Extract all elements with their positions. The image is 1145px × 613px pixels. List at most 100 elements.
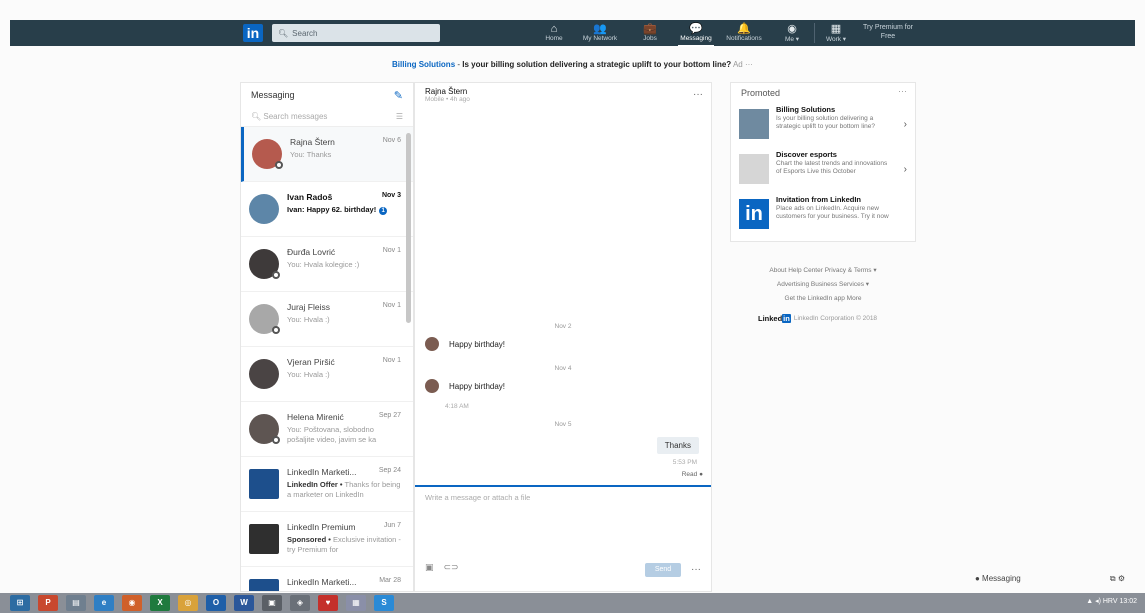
date-divider: Nov 5 — [554, 421, 572, 428]
skype-icon[interactable]: S — [374, 595, 394, 611]
conversation-item[interactable]: Vjeran Piršić Nov 1 You: Hvala :) — [241, 347, 413, 402]
conversation-snippet: You: Poštovana, slobodno pošaljite video… — [287, 425, 377, 444]
presence-icon — [272, 326, 280, 334]
app-icon[interactable]: ▦ — [346, 595, 366, 611]
search-icon: 🔍︎ — [278, 28, 289, 38]
conversation-date: Jun 7 — [383, 522, 401, 529]
windows-taskbar: ⊞ P ▤ e ◉ X ◎ O W ▣ ◈ ♥ ▦ S ▲ ◂) HRV 13:… — [0, 593, 1145, 613]
footer-links: About Help Center Privacy & Terms ▾ Adve… — [735, 264, 911, 306]
promo-image — [739, 154, 769, 184]
top-navigation-bar: in 🔍︎ Search ⌂ Home 👥 My Network 💼 Jobs 💬 Me… — [10, 20, 1135, 47]
media-icon[interactable]: ▣ — [262, 595, 282, 611]
conversation-item[interactable]: Juraj Fleiss Nov 1 You: Hvala :) — [241, 292, 413, 347]
conversation-snippet: LinkedIn Offer • Thanks for being a mark… — [287, 480, 401, 499]
conversation-date: Sep 27 — [378, 412, 401, 419]
conversation-item[interactable]: Đurđa Lovrić Nov 1 You: Hvala kolegice :… — [241, 237, 413, 292]
nav-work[interactable]: ▦ Work ▾ — [806, 23, 866, 43]
messages-search-input[interactable]: 🔍︎ Search messages ☰ — [241, 107, 413, 127]
avatar — [252, 139, 283, 169]
file-explorer-icon[interactable]: ▤ — [66, 595, 86, 611]
more-options-icon[interactable]: ··· — [691, 564, 701, 575]
avatar — [249, 304, 280, 334]
conversation-snippet: You: Hvala :) — [287, 315, 330, 324]
word-icon[interactable]: W — [234, 595, 254, 611]
message-time: 4:18 AM — [445, 403, 469, 410]
chevron-right-icon: › — [903, 119, 907, 130]
my-message-bubble: Thanks — [656, 437, 699, 454]
conversation-snippet: You: Hvala :) — [287, 370, 330, 379]
compose-icon[interactable]: ✎ — [394, 89, 403, 102]
presence-icon — [275, 161, 283, 169]
attachment-icon[interactable]: ⊂⊃ — [444, 562, 459, 573]
compose-settings-icons[interactable]: ⧉ ⚙ — [1110, 574, 1125, 584]
message-compose-area[interactable]: Write a message or attach a file ▣ ⊂⊃ Se… — [415, 485, 711, 593]
image-icon[interactable]: ▣ — [425, 562, 434, 573]
chrome-icon[interactable]: ◎ — [178, 595, 198, 611]
presence-icon — [272, 271, 280, 279]
conversation-item[interactable]: LinkedIn Marketi... Mar 28 — [241, 567, 413, 591]
app-icon[interactable]: ◈ — [290, 595, 310, 611]
firefox-icon[interactable]: ◉ — [122, 595, 142, 611]
security-icon[interactable]: ♥ — [318, 595, 338, 611]
internet-explorer-icon[interactable]: e — [94, 595, 114, 611]
messaging-list-panel: Messaging ✎ 🔍︎ Search messages ☰ Rajna Š… — [240, 82, 414, 592]
messaging-minibar[interactable]: ● Messaging ⧉ ⚙ — [975, 574, 1125, 584]
search-icon: 🔍︎ — [251, 112, 264, 121]
conversation-snippet: Sponsored • Exclusive invitation - try P… — [287, 535, 401, 554]
linkedin-marketing-logo — [249, 469, 279, 499]
more-options-icon[interactable]: ··· — [898, 86, 907, 96]
promoted-header: Promoted ··· — [741, 86, 907, 98]
conversation-date: Nov 1 — [382, 357, 401, 364]
filter-icon[interactable]: ☰ — [396, 112, 403, 121]
system-tray[interactable]: ▲ ◂) HRV 13:02 — [1086, 597, 1137, 605]
conversation-item[interactable]: LinkedIn Premium Jun 7 Sponsored • Exclu… — [241, 512, 413, 567]
conversation-item[interactable]: Helena Mirenić Sep 27 You: Poštovana, sl… — [241, 402, 413, 457]
conversation-date: Mar 28 — [379, 577, 401, 584]
unread-indicator-icon: 1 — [379, 207, 388, 215]
messaging-title: Messaging — [251, 90, 295, 100]
compose-tools: ▣ ⊂⊃ — [425, 562, 459, 573]
linkedin-marketing-logo — [249, 579, 279, 591]
linkedin-logo[interactable]: in — [243, 24, 263, 42]
outlook-icon[interactable]: O — [206, 595, 226, 611]
conversation-item[interactable]: Ivan Radoš Nov 3 Ivan: Happy 62. birthda… — [241, 182, 413, 237]
try-premium-link[interactable]: Try Premium for Free — [858, 23, 918, 41]
ad-banner[interactable]: Billing Solutions - Is your billing solu… — [0, 60, 1145, 69]
search-placeholder: Search — [292, 28, 318, 38]
promo-image — [739, 109, 769, 139]
footer-line[interactable]: About Help Center Privacy & Terms ▾ — [735, 264, 911, 278]
avatar — [249, 194, 279, 224]
send-button[interactable]: Send — [645, 563, 681, 577]
chevron-right-icon: › — [903, 164, 907, 175]
promoted-item[interactable]: Billing Solutions Is your billing soluti… — [731, 103, 915, 148]
more-options-icon[interactable]: ··· — [693, 89, 703, 100]
conversation-date: Nov 6 — [382, 137, 401, 144]
footer-line[interactable]: Advertising Business Services ▾ — [735, 278, 911, 292]
avatar — [425, 379, 439, 393]
conversation-date: Nov 1 — [382, 302, 401, 309]
message-time: 5:53 PM — [672, 459, 697, 466]
promoted-item[interactable]: in Invitation from LinkedIn Place ads on… — [731, 193, 915, 238]
powerpoint-icon[interactable]: P — [38, 595, 58, 611]
ad-tag[interactable]: Ad ··· — [733, 60, 753, 69]
conversation-list-scrollbar[interactable] — [406, 133, 411, 323]
promoted-item[interactable]: Discover esports Chart the latest trends… — [731, 148, 915, 193]
search-input[interactable]: 🔍︎ Search — [272, 24, 440, 42]
date-divider: Nov 2 — [554, 323, 572, 330]
conversation-date: Sep 24 — [378, 467, 401, 474]
conversation-item[interactable]: LinkedIn Marketi... Sep 24 LinkedIn Offe… — [241, 457, 413, 512]
conversation-item[interactable]: Rajna Štern Nov 6 You: Thanks — [241, 127, 413, 182]
messaging-header: Messaging ✎ — [241, 83, 413, 107]
start-icon[interactable]: ⊞ — [10, 595, 30, 611]
ad-brand[interactable]: Billing Solutions — [392, 60, 455, 69]
compose-placeholder[interactable]: Write a message or attach a file — [415, 487, 711, 508]
chat-contact-name[interactable]: Rajna Štern — [425, 87, 701, 96]
chat-panel: Rajna Štern Mobile • 4h ago ··· Nov 2 Ha… — [414, 82, 712, 592]
avatar — [249, 249, 280, 279]
excel-icon[interactable]: X — [150, 595, 170, 611]
ad-message[interactable]: Is your billing solution delivering a st… — [462, 60, 731, 69]
message-text: Happy birthday! — [449, 381, 506, 391]
footer-line[interactable]: Get the LinkedIn app More — [735, 292, 911, 306]
avatar — [249, 414, 280, 444]
linkedin-wordmark: Linkedin — [758, 314, 791, 323]
